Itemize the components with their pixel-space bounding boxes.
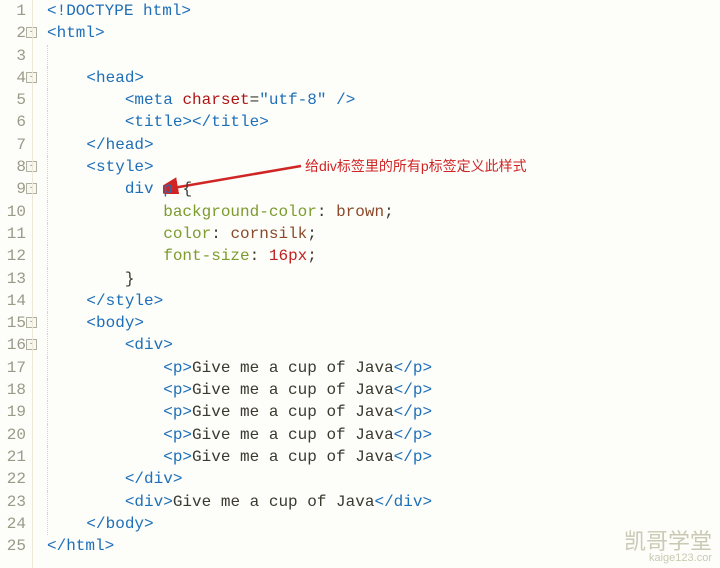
code-line: div p { — [47, 178, 720, 200]
line-number: 25 — [0, 535, 26, 557]
line-number: 1 — [0, 0, 26, 22]
code-line: <div>Give me a cup of Java</div> — [47, 491, 720, 513]
line-number: 4- — [0, 67, 26, 89]
line-number: 9- — [0, 178, 26, 200]
line-number: 14 — [0, 290, 26, 312]
line-number: 17 — [0, 357, 26, 379]
code-line: <p>Give me a cup of Java</p> — [47, 424, 720, 446]
code-area: 给div标签里的所有p标签定义此样式 <!DOCTYPE html><html>… — [32, 0, 720, 568]
code-line — [47, 45, 720, 67]
code-line: <p>Give me a cup of Java</p> — [47, 401, 720, 423]
line-number: 8- — [0, 156, 26, 178]
line-number: 6 — [0, 111, 26, 133]
line-number-gutter: 12-34-5678-9-101112131415-16-17181920212… — [0, 0, 32, 568]
line-number: 15- — [0, 312, 26, 334]
code-line: font-size: 16px; — [47, 245, 720, 267]
code-line: <body> — [47, 312, 720, 334]
code-line: <head> — [47, 67, 720, 89]
line-number: 12 — [0, 245, 26, 267]
line-number: 21 — [0, 446, 26, 468]
code-line: <meta charset="utf-8" /> — [47, 89, 720, 111]
code-editor: 12-34-5678-9-101112131415-16-17181920212… — [0, 0, 720, 568]
line-number: 19 — [0, 401, 26, 423]
code-line: </html> — [47, 535, 720, 557]
line-number: 22 — [0, 468, 26, 490]
line-number: 5 — [0, 89, 26, 111]
code-line: background-color: brown; — [47, 201, 720, 223]
code-line: <div> — [47, 334, 720, 356]
code-line: <!DOCTYPE html> — [47, 0, 720, 22]
line-number: 18 — [0, 379, 26, 401]
code-line: <title></title> — [47, 111, 720, 133]
code-line: <style> — [47, 156, 720, 178]
code-line: <p>Give me a cup of Java</p> — [47, 446, 720, 468]
code-line: </head> — [47, 134, 720, 156]
code-line: </body> — [47, 513, 720, 535]
code-line: color: cornsilk; — [47, 223, 720, 245]
code-line: <p>Give me a cup of Java</p> — [47, 357, 720, 379]
line-number: 10 — [0, 201, 26, 223]
line-number: 11 — [0, 223, 26, 245]
line-number: 16- — [0, 334, 26, 356]
line-number: 3 — [0, 45, 26, 67]
line-number: 24 — [0, 513, 26, 535]
code-line: <p>Give me a cup of Java</p> — [47, 379, 720, 401]
code-line: </style> — [47, 290, 720, 312]
code-line: <html> — [47, 22, 720, 44]
line-number: 20 — [0, 424, 26, 446]
line-number: 7 — [0, 134, 26, 156]
code-line: </div> — [47, 468, 720, 490]
line-number: 2- — [0, 22, 26, 44]
code-line: } — [47, 268, 720, 290]
line-number: 13 — [0, 268, 26, 290]
line-number: 23 — [0, 491, 26, 513]
